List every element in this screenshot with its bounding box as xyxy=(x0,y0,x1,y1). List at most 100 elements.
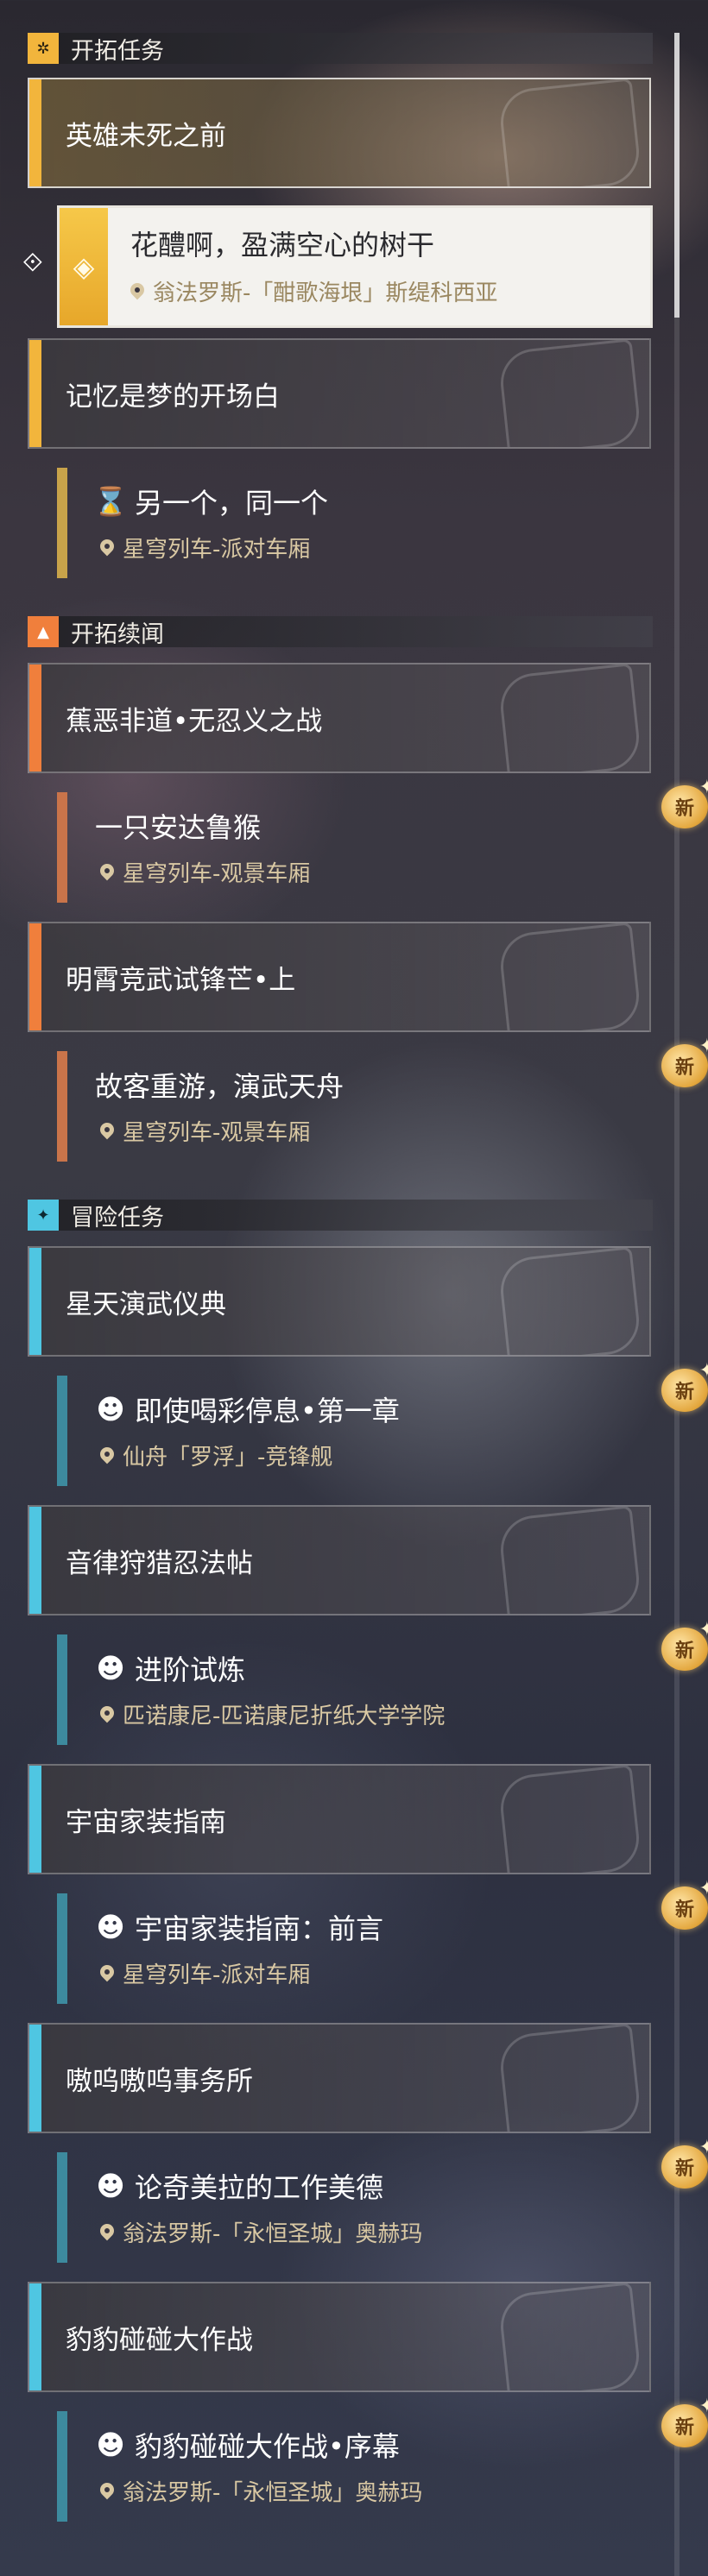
mission-banana-war[interactable]: 蕉恶非道•无忍义之战 xyxy=(28,663,651,773)
location-text: 星穹列车-观景车厢 xyxy=(123,861,311,887)
quest-name: ☻ 进阶试炼 xyxy=(95,1648,245,1688)
sparkle-icon: ✦ xyxy=(699,1360,708,1382)
new-badge-text: 新 xyxy=(674,1382,694,1403)
quest-accent-bar xyxy=(57,792,67,903)
category-header-trailblaze: ✲ 开拓任务 xyxy=(28,33,653,65)
new-badge: 新 ✦ xyxy=(661,777,708,828)
quest-location: 星穹列车-观景车厢 xyxy=(100,1115,310,1147)
quest-andalusian-monkey[interactable]: 一只安达鲁猴 星穹列车-观景车厢 新 ✦ xyxy=(57,777,708,906)
category-label: 冒险任务 xyxy=(71,1204,164,1231)
mission-emblem-icon xyxy=(497,664,642,772)
category-header-adventure: ✦ 冒险任务 xyxy=(28,1200,653,1231)
mission-accent-bar xyxy=(29,664,41,772)
quest-name: ☻ 豹豹碰碰大作战•序幕 xyxy=(95,2425,400,2465)
quest-name: ⌛ 另一个，同一个 xyxy=(93,482,329,521)
new-badge-text: 新 xyxy=(674,798,694,820)
mission-martial-contest[interactable]: 明霄竞武试锋芒•上 xyxy=(28,922,651,1032)
new-badge-text: 新 xyxy=(674,1641,694,1662)
mission-emblem-icon xyxy=(497,923,642,1030)
quest-old-guest-return[interactable]: 故客重游，演武天舟 星穹列车-观景车厢 新 ✦ xyxy=(57,1036,708,1165)
quest-name: 故客重游，演武天舟 xyxy=(95,1070,345,1103)
category-header-companion: ▲ 开拓续闻 xyxy=(28,616,653,648)
mission-rhythm-hunt[interactable]: 音律狩猎忍法帖 xyxy=(28,1505,651,1616)
mission-accent-bar xyxy=(29,2283,41,2390)
location-pin-icon xyxy=(100,539,114,557)
adventure-icon: ✦ xyxy=(28,1200,59,1231)
quest-accent-bar xyxy=(57,1634,67,1745)
quest-advanced-trial[interactable]: ☻ 进阶试炼 匹诺康尼-匹诺康尼折纸大学学院 新 ✦ xyxy=(57,1619,708,1748)
location-pin-icon xyxy=(100,1123,114,1140)
gamepad-icon: ☻ xyxy=(96,1393,125,1426)
new-badge: 新 ✦ xyxy=(661,1360,708,1412)
location-text: 仙舟「罗浮」-竞锋舰 xyxy=(123,1445,333,1471)
sparkle-icon: ✦ xyxy=(699,2137,708,2158)
mission-emblem-icon xyxy=(497,1248,642,1355)
location-text: 翁法罗斯-「永恒圣城」奥赫玛 xyxy=(123,2480,423,2506)
sparkle-icon: ✦ xyxy=(699,777,708,798)
mission-accent-bar xyxy=(29,2025,41,2132)
mission-title: 宇宙家装指南 xyxy=(66,1806,226,1838)
companion-icon: ▲ xyxy=(28,616,59,647)
quest-name-text: 另一个，同一个 xyxy=(135,487,329,520)
mission-home-decor-guide[interactable]: 宇宙家装指南 xyxy=(28,1764,651,1874)
quest-even-cheers-stop[interactable]: ☻ 即使喝彩停息•第一章 仙舟「罗浮」-竞锋舰 新 ✦ xyxy=(57,1360,708,1490)
mission-accent-bar xyxy=(29,79,41,186)
trailblaze-icon: ✲ xyxy=(28,33,59,64)
new-badge: 新 ✦ xyxy=(661,1619,708,1671)
quest-name: ☻ 即使喝彩停息•第一章 xyxy=(95,1389,400,1429)
mission-title: 音律狩猎忍法帖 xyxy=(66,1547,253,1579)
quest-name: 一只安达鲁猴 xyxy=(95,811,262,844)
mission-title: 嗷呜嗷呜事务所 xyxy=(66,2065,253,2097)
mission-emblem-icon xyxy=(497,1507,642,1614)
mission-title: 明霄竞武试锋芒•上 xyxy=(66,964,296,996)
quest-name: 花醴啊，盈满空心的树干 xyxy=(130,229,435,261)
mission-emblem-icon xyxy=(497,2283,642,2390)
quest-chimera-work-virtue[interactable]: ☻ 论奇美拉的工作美德 翁法罗斯-「永恒圣城」奥赫玛 新 ✦ xyxy=(57,2137,708,2266)
new-badge: 新 ✦ xyxy=(661,1036,708,1087)
sparkle-icon: ✦ xyxy=(699,1619,708,1641)
new-badge-text: 新 xyxy=(674,1057,694,1079)
mission-memory-prologue[interactable]: 记忆是梦的开场白 xyxy=(28,338,651,449)
location-text: 星穹列车-派对车厢 xyxy=(123,537,311,563)
quest-accent-bar xyxy=(57,2152,67,2263)
quest-location: 翁法罗斯-「永恒圣城」奥赫玛 xyxy=(100,2475,422,2507)
new-badge-text: 新 xyxy=(674,2158,694,2180)
gamepad-icon: ☻ xyxy=(96,1911,125,1943)
quest-location: 仙舟「罗浮」-竞锋舰 xyxy=(100,1439,332,1471)
quest-home-decor-preface[interactable]: ☻ 宇宙家装指南：前言 星穹列车-派对车厢 新 ✦ xyxy=(57,1878,708,2007)
new-badge-text: 新 xyxy=(674,1899,694,1921)
mission-title: 记忆是梦的开场白 xyxy=(66,381,280,413)
mission-hero-before-death[interactable]: 英雄未死之前 xyxy=(28,78,651,188)
quest-location: 翁法罗斯-「酣歌海垠」斯缇科西亚 xyxy=(130,275,497,307)
quest-accent-bar xyxy=(57,2411,67,2522)
quest-name-text: 宇宙家装指南：前言 xyxy=(135,1912,384,1945)
mission-celestial-ceremony[interactable]: 星天演武仪典 xyxy=(28,1246,651,1357)
trailblaze-quest-icon: ◈ xyxy=(60,208,108,325)
mission-title: 英雄未死之前 xyxy=(66,120,226,152)
mission-leopard-bumper-battle[interactable]: 豹豹碰碰大作战 xyxy=(28,2282,651,2392)
scrollbar-thumb[interactable] xyxy=(674,33,680,318)
quest-accent-bar xyxy=(57,1051,67,1162)
quest-another-same[interactable]: ⌛ 另一个，同一个 星穹列车-派对车厢 xyxy=(57,464,653,582)
sparkle-icon: ✦ xyxy=(699,1878,708,1899)
new-badge: 新 ✦ xyxy=(661,2137,708,2189)
quest-name: ☻ 论奇美拉的工作美德 xyxy=(95,2166,383,2206)
quest-selected[interactable]: ◈ 花醴啊，盈满空心的树干 翁法罗斯-「酣歌海垠」斯缇科西亚 xyxy=(57,205,653,328)
mission-title: 豹豹碰碰大作战 xyxy=(66,2324,253,2356)
mission-accent-bar xyxy=(29,1507,41,1614)
mission-title: 星天演武仪典 xyxy=(66,1288,226,1320)
selection-pointer-icon: ⟐ xyxy=(22,248,43,278)
quest-name-text: 豹豹碰碰大作战•序幕 xyxy=(135,2430,400,2463)
quest-name-text: 论奇美拉的工作美德 xyxy=(135,2171,384,2204)
gamepad-icon: ☻ xyxy=(96,2428,125,2461)
location-text: 星穹列车-观景车厢 xyxy=(123,1120,311,1146)
scrollbar[interactable] xyxy=(674,33,680,2576)
location-pin-icon xyxy=(100,2224,114,2241)
quest-location: 匹诺康尼-匹诺康尼折纸大学学院 xyxy=(100,1698,445,1730)
gamepad-icon: ☻ xyxy=(96,1652,125,1685)
new-badge-text: 新 xyxy=(674,2417,694,2439)
mission-emblem-icon xyxy=(497,2025,642,2132)
mission-awoo-agency[interactable]: 嗷呜嗷呜事务所 xyxy=(28,2023,651,2133)
mission-accent-bar xyxy=(29,1766,41,1873)
quest-leopard-bumper-prologue[interactable]: ☻ 豹豹碰碰大作战•序幕 翁法罗斯-「永恒圣城」奥赫玛 新 ✦ xyxy=(57,2396,708,2525)
